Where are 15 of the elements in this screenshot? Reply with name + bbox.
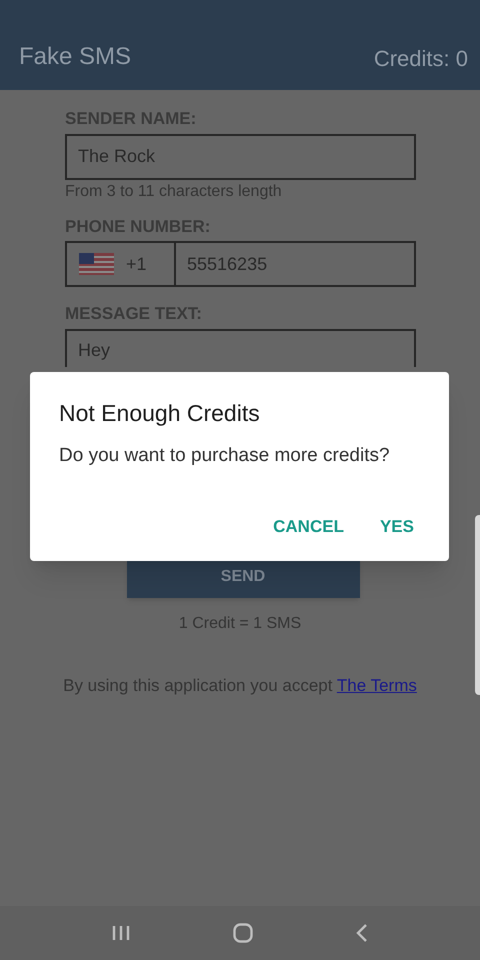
- app-title: Fake SMS: [19, 42, 132, 72]
- terms-link[interactable]: The Terms: [336, 676, 417, 694]
- credits-label: Credits: 0: [374, 45, 468, 73]
- dialog-message: Do you want to purchase more credits?: [59, 444, 391, 468]
- back-icon[interactable]: [356, 923, 368, 943]
- cancel-button[interactable]: CANCEL: [273, 514, 344, 539]
- home-icon[interactable]: [232, 923, 253, 943]
- message-field-text: Hey: [78, 340, 110, 360]
- country-code-picker[interactable]: +1: [65, 241, 176, 287]
- recent-apps-icon[interactable]: [112, 925, 130, 941]
- phone-number-field[interactable]: 55516235: [176, 241, 416, 287]
- flag-icon: [79, 253, 114, 275]
- sender-name-field[interactable]: The Rock: [65, 134, 416, 180]
- yes-button[interactable]: YES: [380, 514, 414, 539]
- dialog-title: Not Enough Credits: [59, 399, 261, 428]
